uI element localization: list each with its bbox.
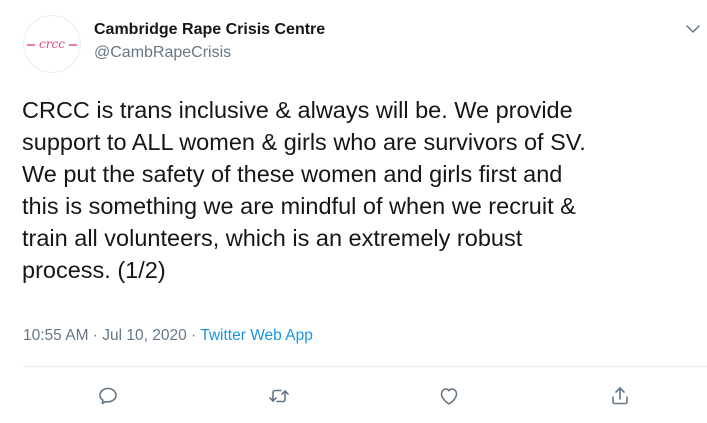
tweet-date[interactable]: Jul 10, 2020 <box>102 327 186 344</box>
svg-text:crcc: crcc <box>39 37 65 51</box>
author-handle[interactable]: @CambRapeCrisis <box>94 44 231 62</box>
share-icon[interactable] <box>608 384 632 408</box>
crcc-logo-icon: crcc <box>27 37 77 51</box>
reply-icon[interactable] <box>96 384 120 408</box>
tweet-card: crcc Cambridge Rape Crisis Centre @CambR… <box>0 0 707 423</box>
tweet-time[interactable]: 10:55 AM <box>23 327 89 344</box>
retweet-icon[interactable] <box>267 384 291 408</box>
tweet-metadata: 10:55 AM · Jul 10, 2020 · Twitter Web Ap… <box>23 327 313 345</box>
author-display-name[interactable]: Cambridge Rape Crisis Centre <box>94 21 325 39</box>
chevron-down-icon[interactable] <box>684 20 702 38</box>
tweet-text: CRCC is trans inclusive & always will be… <box>22 97 586 283</box>
meta-separator: · <box>88 327 103 344</box>
meta-separator: · <box>186 327 201 344</box>
tweet-source-link[interactable]: Twitter Web App <box>200 327 313 344</box>
avatar[interactable]: crcc <box>23 15 81 73</box>
like-icon[interactable] <box>437 384 461 408</box>
divider <box>23 366 707 367</box>
